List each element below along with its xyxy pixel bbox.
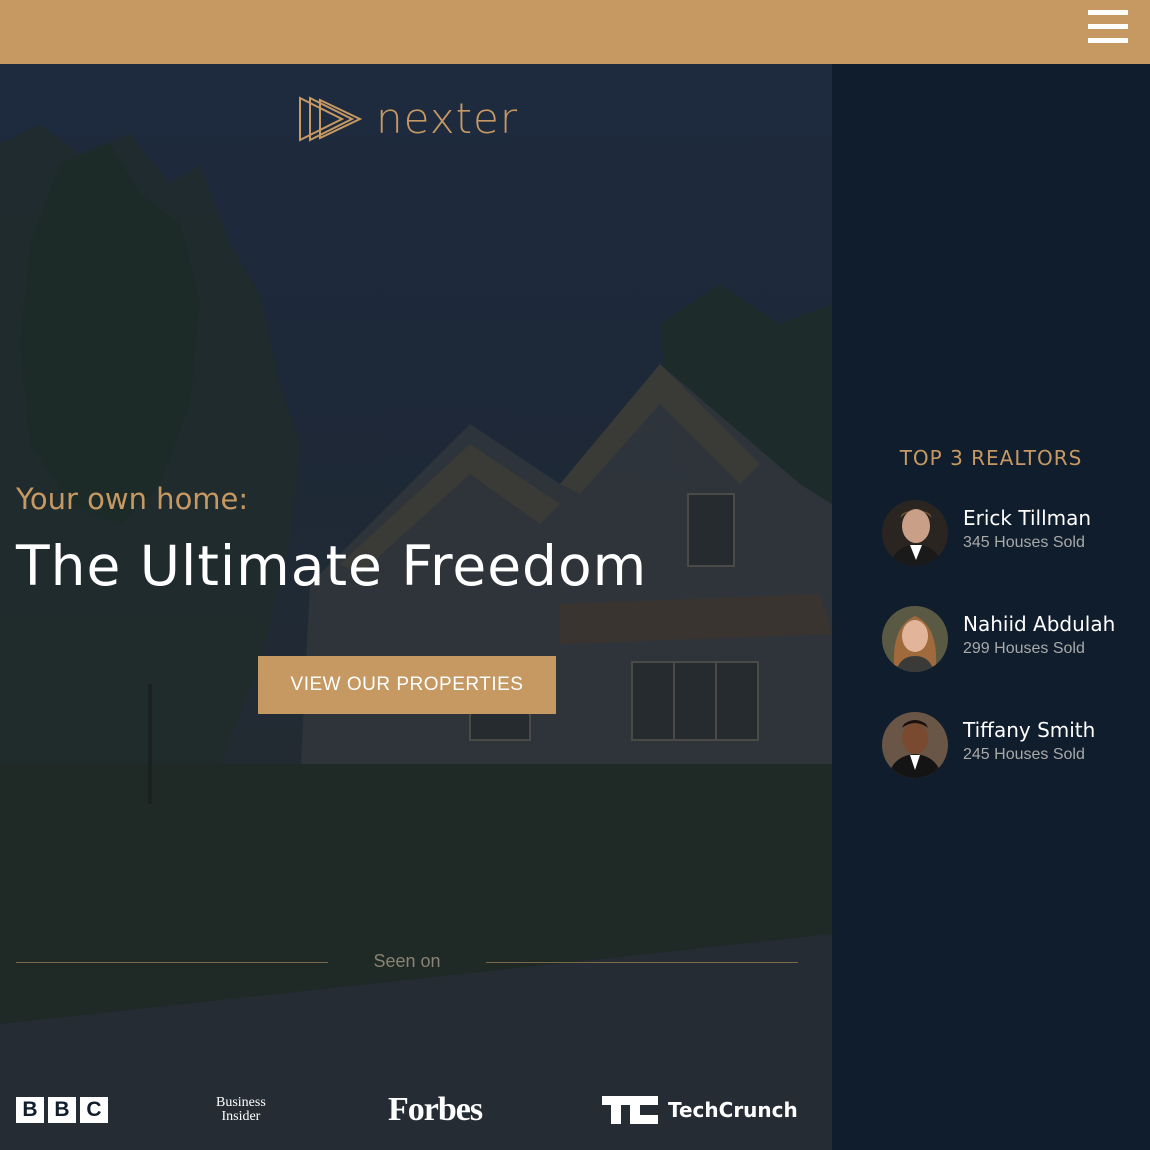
- view-properties-button[interactable]: VIEW OUR PROPERTIES: [258, 656, 556, 714]
- bbc-logo: B B C: [16, 1090, 112, 1130]
- realtor-item[interactable]: Tiffany Smith 245 Houses Sold: [882, 712, 1142, 780]
- realtor-item[interactable]: Erick Tillman 345 Houses Sold: [882, 500, 1142, 568]
- avatar: [882, 500, 948, 566]
- realtor-houses-sold: 345 Houses Sold: [963, 534, 1085, 551]
- hero-title: The Ultimate Freedom: [16, 534, 648, 598]
- top-nav-bar: [0, 0, 1150, 64]
- seen-on-divider: Seen on: [16, 950, 798, 974]
- house-background-image: [0, 124, 832, 1150]
- techcrunch-mark-icon: [602, 1096, 658, 1124]
- forbes-logo: Forbes: [388, 1091, 483, 1128]
- realtor-name: Tiffany Smith: [963, 718, 1096, 742]
- realtor-name: Nahiid Abdulah: [963, 612, 1116, 636]
- realtor-name: Erick Tillman: [963, 506, 1092, 530]
- logo-text: nexter: [376, 94, 519, 143]
- realtor-item[interactable]: Nahiid Abdulah 299 Houses Sold: [882, 606, 1142, 674]
- seen-on-label: Seen on: [373, 951, 441, 971]
- divider-line-right: [486, 962, 798, 963]
- hamburger-menu-icon[interactable]: [1088, 10, 1128, 44]
- hero-section: nexter Your own home: The Ultimate Freed…: [0, 64, 832, 1150]
- realtor-houses-sold: 299 Houses Sold: [963, 640, 1085, 657]
- hero-pretitle: Your own home:: [16, 482, 249, 516]
- realtor-houses-sold: 245 Houses Sold: [963, 746, 1085, 763]
- avatar: [882, 606, 948, 672]
- triple-play-triangle-icon: [299, 96, 362, 142]
- divider-line-left: [16, 962, 328, 963]
- nexter-logo[interactable]: nexter: [298, 96, 518, 142]
- publication-logos: B B C Business Insider Forbes TechCrunch: [16, 1090, 798, 1130]
- techcrunch-logo: TechCrunch: [602, 1090, 798, 1130]
- realtors-heading: TOP 3 REALTORS: [899, 446, 1083, 470]
- business-insider-logo: Business Insider: [216, 1095, 266, 1124]
- avatar: [882, 712, 948, 778]
